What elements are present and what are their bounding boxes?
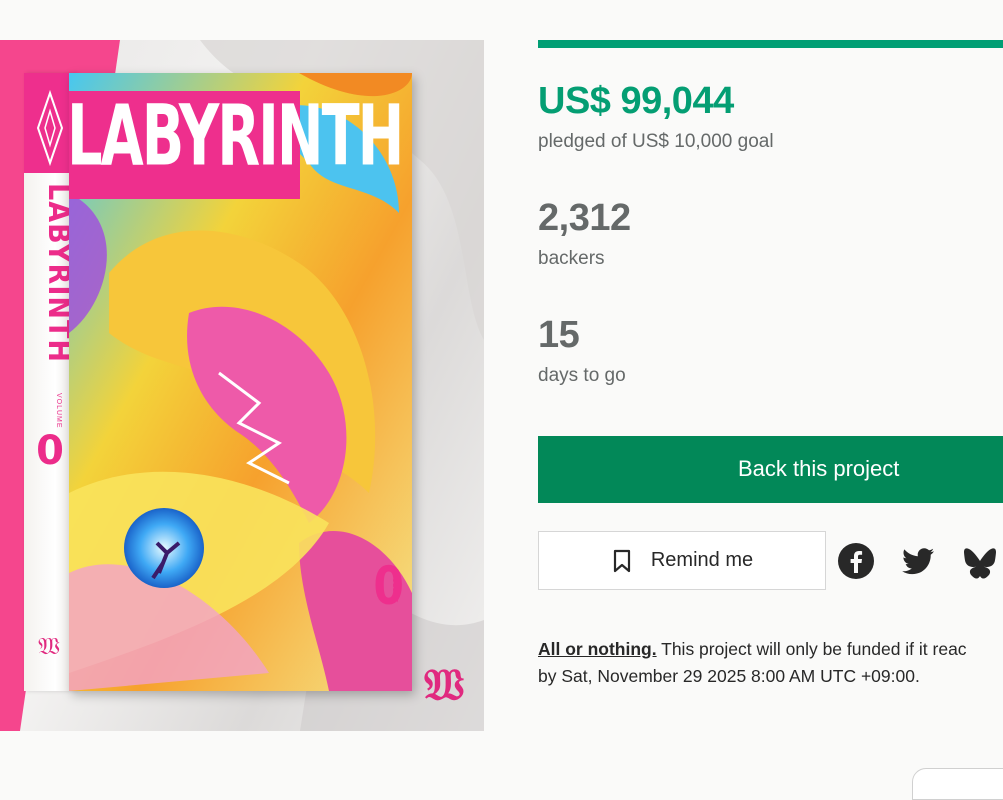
bluesky-icon[interactable]	[961, 542, 999, 580]
book-mockup: LABYRINTH VOLUME 0 𝔚 LABYRINTH VOLUME 0	[14, 73, 412, 691]
backers-count: 2,312	[538, 197, 631, 239]
spine-volume-label: VOLUME	[55, 393, 62, 429]
facebook-icon[interactable]	[837, 542, 875, 580]
days-to-go-label: days to go	[538, 365, 626, 386]
funding-progress-bar	[538, 40, 1003, 48]
remind-me-button[interactable]: Remind me	[538, 531, 826, 590]
publisher-corner-logo-icon: 𝔚	[424, 660, 465, 711]
publisher-logo-icon: 𝔚	[38, 633, 60, 660]
pledged-amount: US$ 99,044	[538, 80, 734, 122]
funding-progress-fill	[538, 40, 1003, 48]
remind-me-label: Remind me	[650, 549, 754, 571]
all-or-nothing-notice: All or nothing. This project will only b…	[538, 636, 1003, 690]
back-button-label: Back this project	[738, 456, 900, 481]
book-cover: LABYRINTH VOLUME 0	[69, 73, 412, 691]
twitter-icon[interactable]	[899, 542, 937, 580]
cover-title: LABYRINTH	[69, 86, 404, 185]
cover-volume-number: 0	[373, 555, 404, 618]
days-to-go-count: 15	[538, 314, 580, 356]
back-this-project-button[interactable]: Back this project	[538, 436, 1003, 503]
backers-label: backers	[538, 248, 605, 269]
bookmark-icon	[613, 549, 630, 572]
spine-volume-number: 0	[36, 428, 64, 474]
notice-text: This project will only be funded if it r…	[656, 639, 967, 659]
floating-corner-element[interactable]	[912, 768, 1003, 800]
notice-deadline: by Sat, November 29 2025 8:00 AM UTC +09…	[538, 666, 920, 686]
all-or-nothing-link[interactable]: All or nothing.	[538, 639, 657, 659]
goal-text: pledged of US$ 10,000 goal	[538, 131, 774, 152]
project-artwork: LABYRINTH VOLUME 0 𝔚 LABYRINTH VOLUME 0 …	[0, 40, 484, 731]
